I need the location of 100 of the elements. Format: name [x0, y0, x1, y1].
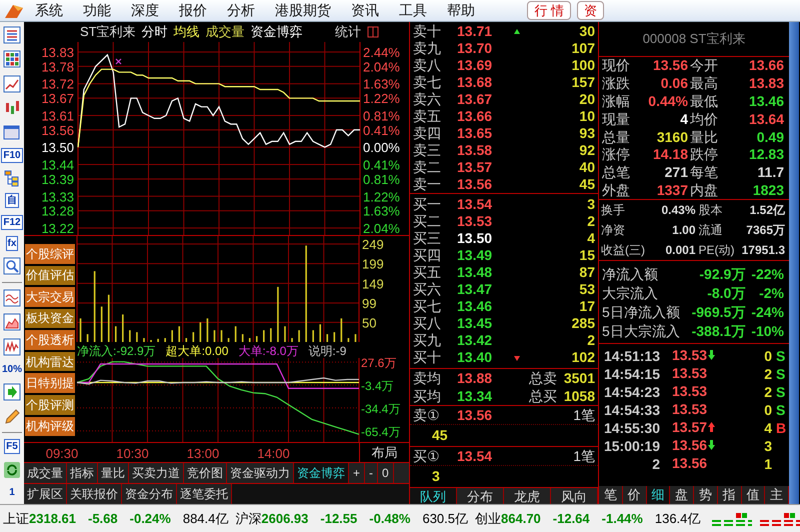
panel-tab[interactable]: 值	[742, 486, 766, 504]
bid-volume: 102	[570, 348, 595, 367]
area-chart-icon[interactable]	[3, 313, 21, 332]
time-label: 10:30	[116, 446, 149, 461]
chart-title: ST宝利来	[80, 23, 136, 42]
line-chart-icon[interactable]	[3, 74, 21, 93]
function-key[interactable]: F12	[1, 214, 23, 230]
tick-side: B	[776, 419, 786, 436]
total-volume: 3501	[562, 368, 595, 388]
pencil-icon[interactable]	[3, 408, 21, 426]
refresh-icon[interactable]	[3, 460, 21, 479]
side-button[interactable]: 机构雷达	[25, 352, 75, 372]
view-tab[interactable]: 资金博弈	[250, 22, 303, 42]
percent-label: 0.41%	[363, 157, 400, 172]
stat-label: 今开	[690, 56, 719, 76]
side-button[interactable]: 大宗交易	[25, 287, 75, 307]
ask-price: 13.71	[457, 22, 494, 41]
total-label: 总卖	[529, 368, 557, 388]
index-change: -5.68	[88, 510, 119, 528]
bid-volume: 2	[586, 331, 595, 350]
total-volume: 1058	[562, 386, 595, 406]
legend-label: 净流入:-92.9万	[77, 343, 156, 358]
legend-label: 超大单:0.00	[166, 343, 228, 358]
chart-tab[interactable]: 资金分布	[122, 484, 177, 504]
menu-item[interactable]: 分析	[217, 0, 265, 21]
grid-icon[interactable]	[3, 50, 21, 68]
ask-price: 13.70	[457, 39, 494, 58]
ask-level-label: 卖二	[413, 158, 442, 177]
chart-tab[interactable]: 指标	[67, 463, 98, 483]
side-button[interactable]: 机构评级	[25, 416, 75, 436]
percent-label: 0.81%	[363, 172, 400, 187]
volume-label: 149	[362, 276, 384, 292]
menu-item[interactable]: 报价	[169, 0, 217, 21]
wave-chart-icon[interactable]	[3, 288, 21, 307]
view-tab[interactable]: 成交量	[206, 22, 245, 42]
side-button[interactable]: 个股评测	[25, 394, 75, 414]
function-key[interactable]: 自	[5, 193, 19, 208]
ask-volume: 92	[578, 141, 595, 160]
chart-tab[interactable]: 关联报价	[67, 484, 122, 504]
breadth-indicator-icon	[710, 510, 752, 526]
stat-value: 271	[664, 163, 689, 182]
toolbar-button[interactable]: 行 情	[527, 1, 571, 20]
function-key[interactable]: F10	[1, 148, 23, 163]
chart-tab[interactable]: 扩展区	[24, 484, 67, 504]
menu-item[interactable]: 资讯	[341, 0, 389, 21]
zigzag-chart-icon[interactable]	[3, 338, 21, 356]
stat-value: 13.83	[748, 74, 785, 94]
ask-price: 13.57	[457, 158, 494, 177]
toolbar-label[interactable]: 10%	[2, 362, 22, 377]
menu-item[interactable]: 工具	[389, 0, 437, 21]
chart-tab[interactable]: 量比	[98, 463, 129, 483]
side-button[interactable]: 个股透析	[25, 330, 75, 350]
menu-item[interactable]: 系统	[25, 0, 73, 21]
tick-time: 15:00:19	[602, 437, 661, 454]
order-count: 1笔	[573, 406, 595, 424]
stats-button[interactable]: 统计	[335, 22, 361, 42]
menu-item[interactable]: 港股期货	[265, 0, 341, 21]
chart-tab[interactable]: 买卖力道	[129, 463, 184, 483]
side-button[interactable]: 板块资金	[25, 308, 75, 328]
menu-item[interactable]: 帮助	[437, 0, 485, 21]
tick-volume: 0	[764, 347, 772, 364]
function-key[interactable]: fx	[6, 236, 18, 251]
volume-label: 249	[362, 237, 384, 252]
candlestick-icon[interactable]	[3, 98, 21, 117]
window-icon[interactable]	[3, 123, 21, 142]
ask-level-label: 卖四	[413, 124, 442, 143]
chart-tab[interactable]: 竞价图	[184, 463, 227, 483]
view-tab[interactable]: 分时	[142, 22, 168, 42]
side-button[interactable]: 日特别提	[25, 373, 75, 393]
restore-icon[interactable]	[367, 26, 379, 38]
toolbar-label[interactable]: 1	[9, 484, 15, 500]
stat-value: 13.66	[748, 56, 785, 76]
stat-label: 现价	[602, 56, 631, 76]
function-key[interactable]: F5	[4, 439, 20, 454]
index-change: -12.55	[320, 510, 358, 528]
tick-price: 13.53	[672, 382, 708, 401]
chart-tab[interactable]: 成交量	[24, 463, 67, 483]
bid-level-label: 买五	[413, 263, 442, 282]
tree-icon[interactable]	[3, 168, 21, 187]
view-tab[interactable]: 均线	[174, 22, 200, 42]
index-name: 沪深	[234, 510, 262, 528]
chart-tab[interactable]: 逐笔委托	[177, 484, 232, 504]
tick-price: 13.53	[672, 346, 708, 365]
average-price: 13.34	[457, 386, 494, 406]
quote-list-icon[interactable]	[3, 26, 21, 44]
time-label: 09:30	[46, 446, 78, 461]
up-triangle-icon	[513, 28, 521, 36]
panel-tab[interactable]: 细	[646, 486, 670, 504]
bid-volume: 87	[578, 263, 595, 282]
toolbar-button[interactable]: 资	[577, 1, 604, 20]
stat-value: 0.44%	[647, 92, 689, 111]
side-button[interactable]: 个股综评	[25, 244, 75, 264]
menu-item[interactable]: 功能	[73, 0, 121, 21]
queue-price: 13.56	[457, 406, 494, 424]
menu-item[interactable]: 深度	[121, 0, 169, 21]
stat-value: 0.43%	[660, 202, 696, 220]
side-button[interactable]: 价值评估	[25, 266, 75, 286]
search-icon[interactable]	[3, 257, 21, 276]
chart-tab[interactable]: 资金博弈	[294, 463, 349, 483]
bid-price: 13.53	[457, 212, 494, 231]
